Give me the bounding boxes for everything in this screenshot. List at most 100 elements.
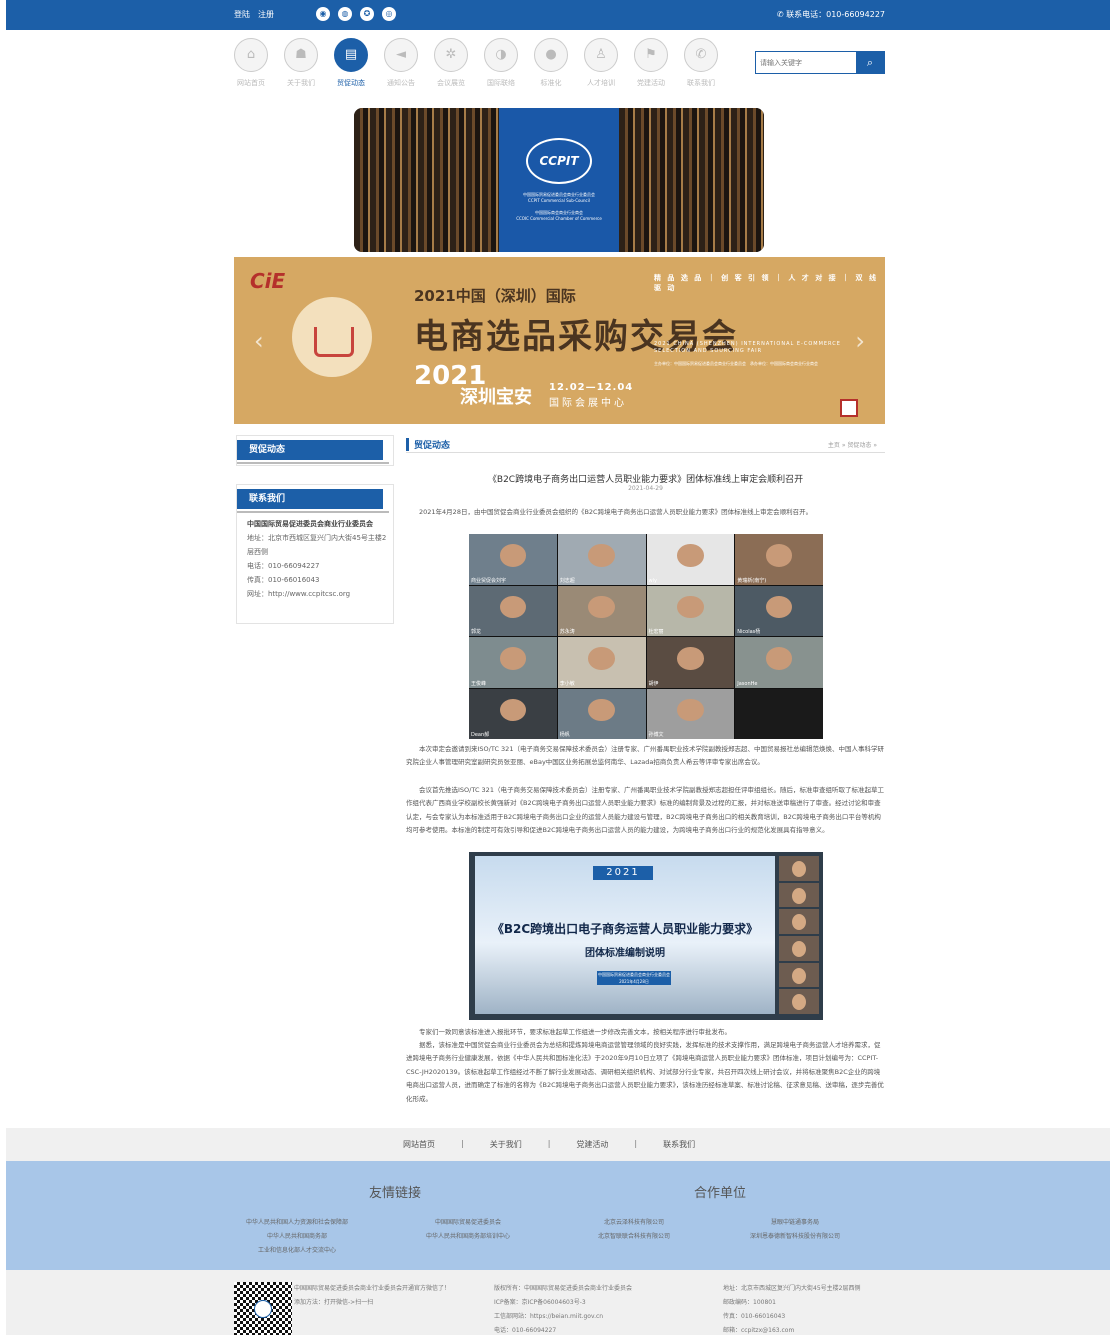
nav-item-intl[interactable]: ◑ 国际联络 — [482, 38, 520, 92]
globe-icon: ◑ — [484, 38, 518, 72]
video-tile: 李小敏 — [557, 637, 646, 688]
nav-label: 标准化 — [540, 79, 562, 87]
fair-banner[interactable]: CiE 2021中国（深圳）国际 电商选品采购交易会 2021 深圳宝安 12.… — [234, 257, 885, 424]
content-header: 贸促动态 主页 » 贸促动态 » — [406, 436, 885, 453]
friends-col-2: 中国国际贸易促进委员会 中华人民共和国商务部培训中心 — [426, 1216, 510, 1244]
sidebar-contact-box: 联系我们 中国国际贸易促进委员会商业行业委员会 地址：北京市西城区复兴门内大街4… — [236, 484, 394, 624]
nav-item-standard[interactable]: ● 标准化 — [532, 38, 570, 92]
search-input[interactable] — [756, 52, 856, 73]
breadcrumb[interactable]: 主页 » 贸促动态 » — [828, 440, 877, 449]
partner-link[interactable]: 北京云泽科技有限公司 — [598, 1216, 670, 1230]
main-nav: ⌂ 网站首页 ☗ 关于我们 ▤ 贸促动态 ◄ 通知公告 ✲ 会议展览 ◑ 国际联络 ● 标准化… — [232, 38, 732, 92]
video-tile: 王俊峰 — [469, 637, 557, 688]
miit-link[interactable]: 工信部网站：https://beian.miit.gov.cn — [494, 1310, 632, 1324]
participant-name: wly — [648, 577, 657, 584]
home-icon: ⌂ — [234, 38, 268, 72]
footer-nav: 网站首页 | 关于我们 | 党建活动 | 联系我们 — [6, 1128, 1110, 1161]
partner-link[interactable]: 北京智联联合科技有限公司 — [598, 1230, 670, 1244]
contact-tel: 电话：010-66094227 — [247, 562, 320, 570]
participant-face — [499, 544, 527, 567]
qr-text-2: 添加方法：打开微信->扫一扫 — [294, 1299, 374, 1306]
login-link[interactable]: 登陆 — [234, 9, 250, 20]
weibo-icon[interactable]: ◉ — [316, 7, 330, 21]
ccpit-banner: CCPIT 中国国际贸易促进委员会商业行业委员会 CCPIT Commercia… — [354, 108, 764, 252]
footer-postcode: 邮政编码：100801 — [723, 1299, 776, 1306]
icp[interactable]: ICP备案：京ICP备06004603号-3 — [494, 1296, 632, 1310]
person-icon: ♙ — [584, 38, 618, 72]
nav-item-home[interactable]: ⌂ 网站首页 — [232, 38, 270, 92]
video-tile: 郭龙 — [469, 585, 557, 636]
next-arrow-icon[interactable]: › — [855, 327, 865, 355]
contact-fax: 传真：010-66016043 — [247, 576, 320, 584]
nav-item-training[interactable]: ♙ 人才培训 — [582, 38, 620, 92]
nav-label: 国际联络 — [487, 79, 515, 87]
presentation-photo: 2021 《B2C跨境出口电子商务运营人员职业能力要求》 团体标准编制说明 中国… — [469, 852, 823, 1020]
slide-title: 《B2C跨境出口电子商务运营人员职业能力要求》 — [491, 922, 759, 936]
participant-face — [499, 595, 527, 619]
chat-icon: ● — [534, 38, 568, 72]
footer-link-party[interactable]: 党建活动 — [576, 1139, 608, 1150]
footer-link-about[interactable]: 关于我们 — [490, 1139, 522, 1150]
ccpit-panel: CCPIT 中国国际贸易促进委员会商业行业委员会 CCPIT Commercia… — [499, 108, 619, 252]
nav-item-about[interactable]: ☗ 关于我们 — [282, 38, 320, 92]
top-bar: 登陆 注册 ◉ ◍ ✪ ◎ ✆ 联系电话：010-66094227 — [6, 0, 1110, 30]
search-icon: ⌕ — [866, 56, 874, 69]
participant-name: 李小敏 — [559, 680, 575, 687]
contact-web[interactable]: 网址：http://www.ccpitcsc.org — [247, 587, 387, 601]
participant-face — [588, 698, 615, 722]
contact-details: 中国国际贸易促进委员会商业行业委员会 地址：北京市西城区复兴门内大街45号主楼2… — [237, 509, 393, 607]
chamber-en: CCOIC Commercial Chamber of Commerce — [516, 216, 602, 221]
nav-item-expo[interactable]: ✲ 会议展览 — [432, 38, 470, 92]
nav-item-party[interactable]: ⚑ 党建活动 — [632, 38, 670, 92]
register-link[interactable]: 注册 — [258, 9, 274, 20]
friend-link[interactable]: 中华人民共和国人力资源和社会保障部 — [246, 1216, 348, 1230]
nav-item-contact[interactable]: ✆ 联系我们 — [682, 38, 720, 92]
sidebar-news-box: 贸促动态 — [236, 435, 394, 466]
phone-icon: ✆ — [684, 38, 718, 72]
participant-face — [677, 595, 704, 619]
video-tile: 刘志超 — [557, 534, 646, 585]
footer-email[interactable]: 邮箱：ccpitzx@163.com — [723, 1324, 860, 1338]
page-title: 贸促动态 — [406, 438, 450, 451]
video-tile: wly — [646, 534, 735, 585]
participant-name: 王俊峰 — [471, 680, 487, 687]
footer-link-home[interactable]: 网站首页 — [403, 1139, 435, 1150]
nav-item-notice[interactable]: ◄ 通知公告 — [382, 38, 420, 92]
article-paragraph: 专家们一致同意该标准进入报批环节，要求标准起草工作组进一步修改完善文本，按相关程… — [419, 1028, 731, 1036]
auth-links: 登陆 注册 — [234, 9, 274, 20]
links-section: 友情链接 合作单位 中华人民共和国人力资源和社会保障部 中华人民共和国商务部 工… — [6, 1161, 1110, 1270]
article-paragraph: 据悉，该标准是中国贸促会商业行业委员会为总结和提炼跨境电商运营管理领域的良好实践… — [406, 1041, 884, 1103]
friend-link[interactable]: 工业和信息化部人才交流中心 — [246, 1244, 348, 1258]
nav-label: 通知公告 — [387, 79, 415, 87]
footer-link-contact[interactable]: 联系我们 — [663, 1139, 695, 1150]
qq-icon[interactable]: ◍ — [338, 7, 352, 21]
sidebar-contact-title[interactable]: 联系我们 — [237, 489, 389, 513]
nav-item-news[interactable]: ▤ 贸促动态 — [332, 38, 370, 92]
partner-link[interactable]: 深圳恩泰德新智科技股份有限公司 — [750, 1230, 840, 1244]
friend-link[interactable]: 中国国际贸易促进委员会 — [426, 1216, 510, 1230]
participant-name: 苏永涛 — [559, 629, 575, 635]
participant-strip — [779, 856, 819, 1015]
mail-icon[interactable]: ◎ — [382, 7, 396, 21]
partner-link[interactable]: 慧眼中链通事务局 — [750, 1216, 840, 1230]
nav-label: 联系我们 — [687, 79, 715, 87]
site-footer: 中国国际贸易促进委员会商业行业委员会开通官方微信了！ 添加方法：打开微信->扫一… — [6, 1270, 1110, 1335]
wechat-qr-code — [234, 1282, 292, 1335]
friend-link[interactable]: 中华人民共和国商务部培训中心 — [426, 1230, 510, 1244]
participant-face — [677, 544, 704, 567]
wechat-icon[interactable]: ✪ — [360, 7, 374, 21]
copyright: 版权所有：中国国际贸易促进委员会商业行业委员会 — [494, 1285, 633, 1292]
sidebar-news-title[interactable]: 贸促动态 — [237, 440, 389, 464]
participant-name: 商业贸促会刘宇 — [471, 577, 507, 584]
search-button[interactable]: ⌕ — [856, 52, 884, 73]
qr-text-1: 中国国际贸易促进委员会商业行业委员会开通官方微信了！ — [294, 1285, 451, 1292]
friend-link[interactable]: 中华人民共和国商务部 — [246, 1230, 348, 1244]
participant-face — [588, 544, 615, 567]
phone-icon: ✆ — [776, 10, 787, 19]
prev-arrow-icon[interactable]: ‹ — [254, 327, 264, 355]
participant-name: Dean郝 — [471, 732, 490, 738]
partners-col-1: 北京云泽科技有限公司 北京智联联合科技有限公司 — [598, 1216, 670, 1244]
nav-label: 会议展览 — [437, 79, 465, 87]
qr-code-icon — [840, 399, 858, 417]
partners-col-2: 慧眼中链通事务局 深圳恩泰德新智科技股份有限公司 — [750, 1216, 840, 1244]
